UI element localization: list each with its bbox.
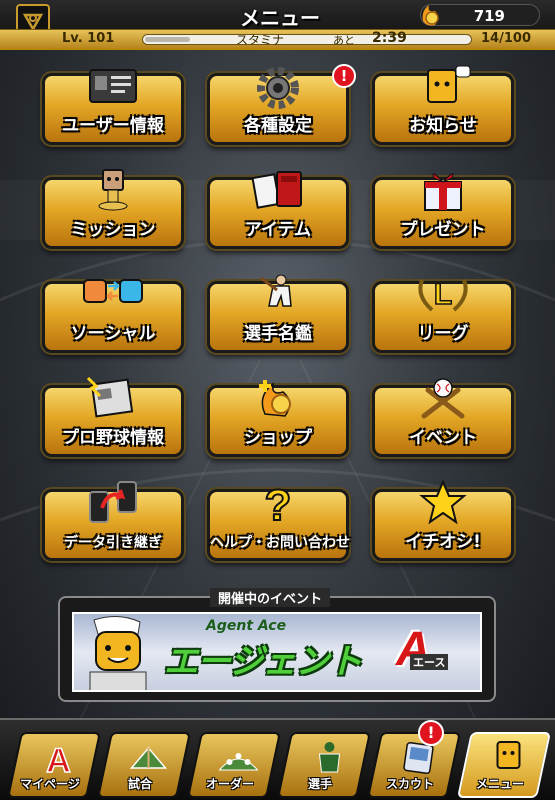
menu-item-label: ヘルプ・お問い合わせ bbox=[210, 535, 350, 551]
mission-button[interactable]: ミッション bbox=[42, 169, 184, 249]
banner-subtitle: Agent Ace bbox=[206, 618, 287, 634]
item-button[interactable]: アイテム bbox=[207, 171, 349, 249]
news-button[interactable]: お知らせ bbox=[372, 65, 514, 145]
stamina-label: スタミナ bbox=[236, 33, 285, 47]
league-button[interactable]: L リーグ bbox=[372, 277, 514, 353]
player-level: Lv. 101 bbox=[62, 31, 115, 46]
tab-scout[interactable]: スカウト bbox=[366, 732, 462, 798]
event-mascot-icon bbox=[89, 616, 147, 690]
tab-order[interactable]: オーダー bbox=[186, 732, 282, 798]
stamina-count: 14/100 bbox=[481, 31, 531, 46]
tab-label: オーダー bbox=[206, 777, 255, 791]
newspaper-icon bbox=[86, 376, 134, 418]
time-prefix: あと bbox=[333, 34, 355, 47]
id-card-icon bbox=[89, 69, 137, 103]
friends-exchange-icon bbox=[83, 279, 143, 303]
top-header: メニュー 719 Lv. 101 スタミナ あと 2:39 14/100 bbox=[0, 0, 555, 50]
user-info-button[interactable]: ユーザー情報 bbox=[42, 69, 184, 145]
menu-item-label: 各種設定 bbox=[244, 116, 312, 136]
gift-box-icon bbox=[424, 173, 462, 211]
menu-item-label: リーグ bbox=[417, 324, 469, 344]
player-directory-button[interactable]: 選手名鑑 bbox=[207, 274, 349, 353]
alert-badge: ! bbox=[332, 64, 356, 88]
event-button[interactable]: イベント bbox=[372, 378, 514, 457]
stamina-bar bbox=[142, 34, 472, 45]
shop-button[interactable]: ショップ bbox=[207, 380, 349, 457]
league-laurel-icon: L bbox=[418, 277, 468, 312]
phone-transfer-icon bbox=[89, 481, 137, 523]
event-panel: 開催中のイベント Agent Ace エージェント A エース bbox=[58, 588, 496, 702]
mypage-a-icon: A bbox=[45, 741, 71, 776]
coin-counter: 719 bbox=[420, 4, 540, 26]
baseball-news-button[interactable]: プロ野球情報 bbox=[42, 376, 184, 457]
page-title: メニュー bbox=[240, 6, 320, 30]
menu-grid: ユーザー情報 各種設定 ! お知らせ ミッション アイテム プレゼント ソーシャ… bbox=[42, 64, 514, 561]
svg-text:?: ? bbox=[265, 481, 292, 526]
question-mark-icon: ? bbox=[264, 480, 293, 526]
menu-item-label: イチオシ! bbox=[405, 532, 481, 552]
tab-label: メニュー bbox=[476, 777, 525, 791]
present-button[interactable]: プレゼント bbox=[372, 173, 514, 249]
help-contact-button[interactable]: ? ヘルプ・お問い合わせ bbox=[207, 480, 350, 561]
tab-label: マイページ bbox=[20, 777, 80, 791]
menu-item-label: ソーシャル bbox=[70, 324, 156, 344]
data-transfer-button[interactable]: データ引き継ぎ bbox=[42, 481, 184, 561]
tab-menu[interactable]: メニュー bbox=[456, 732, 552, 798]
tab-label: 選手 bbox=[308, 777, 333, 791]
gear-icon bbox=[257, 67, 299, 109]
svg-text:A: A bbox=[46, 742, 71, 776]
lineup-field-icon bbox=[218, 753, 259, 771]
banner-title: エージェント bbox=[164, 642, 362, 682]
item-book-icon bbox=[251, 171, 302, 209]
social-button[interactable]: ソーシャル bbox=[42, 279, 184, 353]
bottom-nav: A マイページ 試合 オーダー 選手 スカウト メニュー bbox=[0, 718, 555, 800]
settings-button[interactable]: 各種設定 ! bbox=[207, 64, 356, 145]
status-row: Lv. 101 スタミナ あと 2:39 14/100 bbox=[0, 29, 555, 48]
menu-item-label: ミッション bbox=[70, 220, 156, 240]
gold-coin-icon bbox=[422, 5, 439, 26]
tab-label: スカウト bbox=[386, 777, 435, 791]
event-section-title: 開催中のイベント bbox=[210, 588, 331, 607]
baseball-bats-icon bbox=[421, 378, 465, 419]
star-icon bbox=[419, 480, 467, 525]
menu-item-label: お知らせ bbox=[409, 116, 477, 136]
menu-item-label: 選手名鑑 bbox=[244, 324, 312, 344]
svg-text:L: L bbox=[434, 278, 452, 311]
menu-item-label: アイテム bbox=[244, 220, 312, 240]
stamina-timer: 2:39 bbox=[372, 30, 407, 46]
tab-match[interactable]: 試合 bbox=[96, 732, 192, 798]
tab-mypage[interactable]: A マイページ bbox=[6, 732, 102, 798]
tab-label: 試合 bbox=[128, 777, 153, 791]
menu-item-label: プレゼント bbox=[400, 220, 486, 240]
recommend-button[interactable]: イチオシ! bbox=[372, 480, 514, 561]
menu-item-label: プロ野球情報 bbox=[62, 428, 164, 448]
menu-mascot-icon bbox=[496, 741, 521, 769]
player-batter-icon bbox=[260, 274, 292, 307]
scout-alert-badge: ! bbox=[418, 720, 444, 746]
player-silhouette-icon bbox=[318, 742, 341, 773]
stadium-icon bbox=[129, 746, 168, 769]
banner-ace: エース bbox=[410, 654, 449, 670]
coin-value: 719 bbox=[473, 7, 505, 25]
event-banner[interactable]: Agent Ace エージェント A エース bbox=[72, 612, 482, 692]
mascot-trophy-icon bbox=[98, 169, 128, 211]
menu-item-label: イベント bbox=[409, 428, 477, 448]
stamina-fill bbox=[145, 37, 191, 42]
mascot-speech-icon bbox=[427, 65, 471, 103]
tab-players[interactable]: 選手 bbox=[276, 732, 372, 798]
menu-item-label: ショップ bbox=[244, 428, 312, 448]
shop-coin-icon bbox=[259, 380, 291, 417]
menu-item-label: ユーザー情報 bbox=[62, 116, 164, 136]
menu-item-label: データ引き継ぎ bbox=[64, 535, 162, 551]
